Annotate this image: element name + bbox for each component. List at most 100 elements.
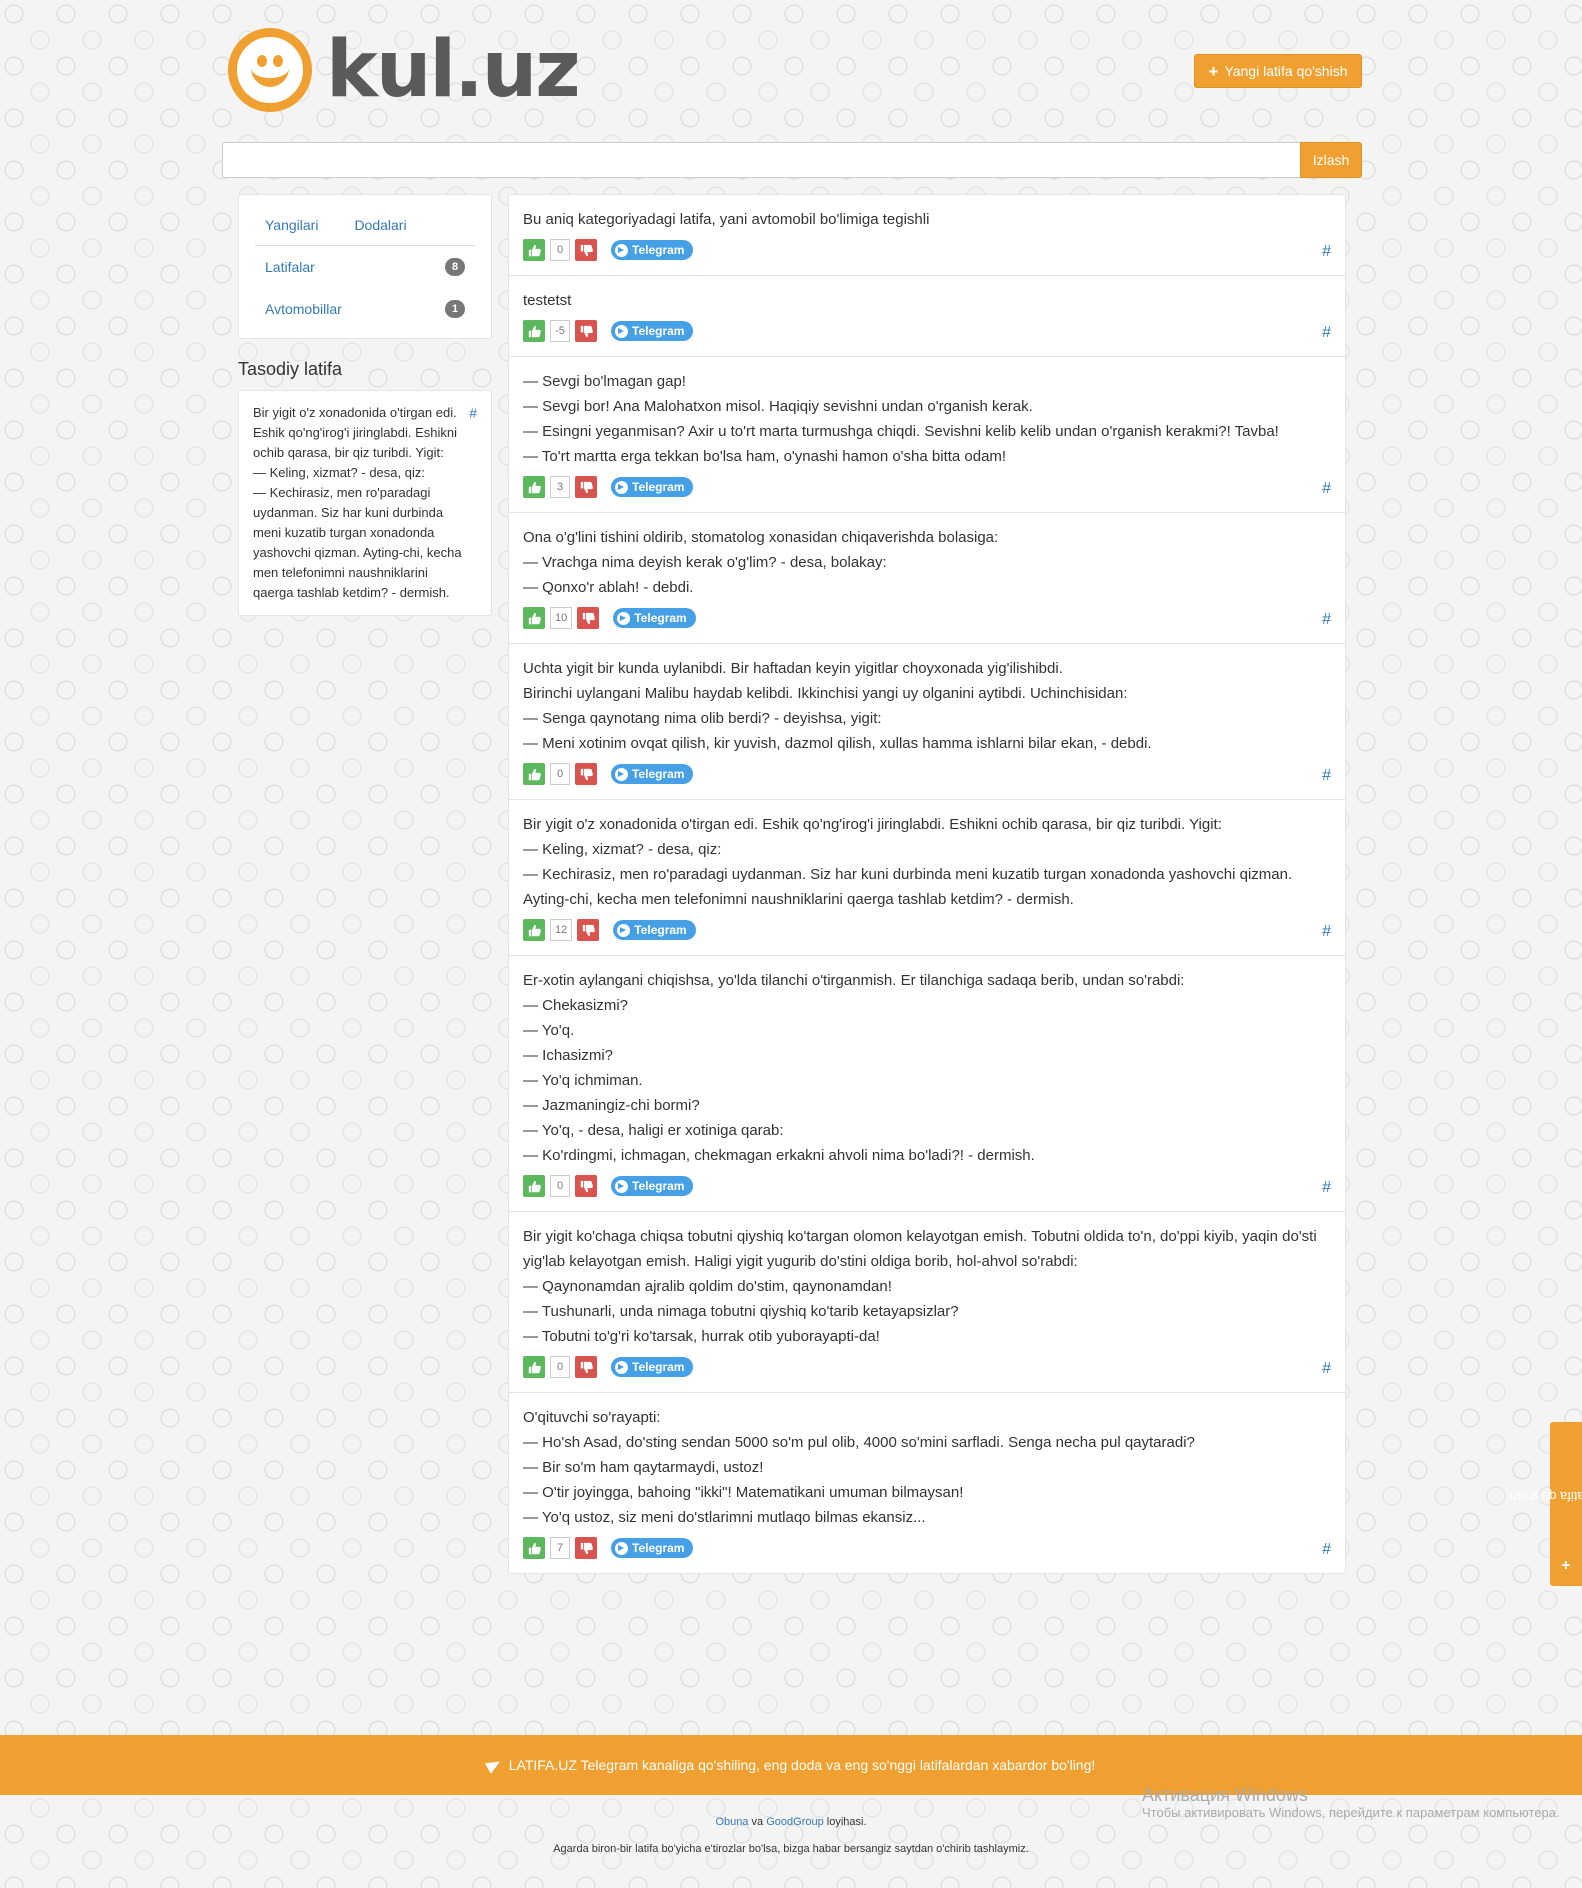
goodgroup-link[interactable]: GoodGroup [766,1816,823,1828]
downvote-button[interactable] [577,607,600,629]
telegram-icon [615,243,628,257]
joke-post: Bu aniq kategoriyadagi latifa, yani avto… [509,195,1345,276]
joke-permalink[interactable]: # [1322,923,1331,941]
tab-newest[interactable]: Yangilari [265,217,318,233]
vote-count: -5 [550,320,570,342]
upvote-button[interactable] [523,1537,545,1559]
windows-activation-notice: Активация Windows Чтобы активировать Win… [1142,1786,1562,1822]
joke-permalink[interactable]: # [1322,1541,1331,1559]
thumbs-down-icon [580,481,593,493]
telegram-label: Telegram [634,923,687,937]
joke-actions: 10 Telegram [523,607,1331,629]
joke-permalink[interactable]: # [1322,611,1331,629]
joke-permalink[interactable]: # [1322,243,1331,261]
upvote-button[interactable] [523,763,545,785]
joke-permalink[interactable]: # [1322,324,1331,342]
downvote-button[interactable] [575,1356,597,1378]
search-button[interactable]: Izlash [1300,142,1362,178]
windows-activation-title: Активация Windows [1142,1785,1308,1805]
category-avtomobillar[interactable]: Avtomobillar 1 [255,288,475,330]
category-latifalar[interactable]: Latifalar 8 [255,246,475,288]
telegram-share-button[interactable]: Telegram [611,1176,694,1196]
upvote-button[interactable] [523,320,545,342]
thumbs-down-icon [580,325,593,337]
category-label[interactable]: Avtomobillar [265,301,342,317]
thumbs-up-icon [528,1542,541,1554]
add-joke-button[interactable]: + Yangi latifa qo'shish [1194,54,1362,88]
thumbs-up-icon [528,768,541,780]
category-label[interactable]: Latifalar [265,259,315,275]
telegram-plane-icon [484,1756,503,1774]
telegram-share-button[interactable]: Telegram [611,477,694,497]
joke-text: Uchta yigit bir kunda uylanibdi. Bir haf… [523,660,1152,752]
downvote-button[interactable] [575,1537,597,1559]
telegram-share-button[interactable]: Telegram [611,1357,694,1377]
downvote-button[interactable] [577,919,600,941]
upvote-button[interactable] [523,919,545,941]
telegram-share-button[interactable]: Telegram [613,920,696,940]
telegram-share-button[interactable]: Telegram [611,764,694,784]
downvote-button[interactable] [575,320,597,342]
joke-text: testetst [523,292,572,309]
telegram-banner-text: LATIFA.UZ Telegram kanaliga qo'shiling, … [508,1757,1096,1773]
add-joke-label: Yangi latifa qo'shish [1224,63,1348,79]
random-joke-text: Bir yigit o'z xonadonida o'tirgan edi. E… [253,405,462,600]
telegram-share-button[interactable]: Telegram [611,321,694,341]
joke-permalink[interactable]: # [1322,480,1331,498]
sidebar-nav: Yangilari Dodalari Latifalar 8 Avtomobil… [238,194,492,339]
telegram-label: Telegram [634,611,687,625]
add-joke-side-tab[interactable]: + Yangi latifa qo'shish [1509,1422,1582,1586]
downvote-button[interactable] [575,763,597,785]
thumbs-up-icon [528,1361,541,1373]
search-bar: Izlash [222,142,1362,178]
vote-count: 3 [550,476,570,498]
sidebar-tabs: Yangilari Dodalari [255,203,475,246]
upvote-button[interactable] [523,476,545,498]
site-logo[interactable]: kul.uz [228,26,581,114]
telegram-icon [615,767,628,781]
upvote-button[interactable] [523,239,545,261]
thumbs-up-icon [528,244,541,256]
telegram-share-button[interactable]: Telegram [613,608,696,628]
thumbs-down-icon [580,1542,593,1554]
joke-feed: Bu aniq kategoriyadagi latifa, yani avto… [508,194,1346,1574]
category-count-badge: 1 [445,300,465,318]
telegram-label: Telegram [632,767,685,781]
thumbs-up-icon [528,612,541,624]
upvote-button[interactable] [523,607,545,629]
vote-count: 0 [550,239,570,261]
plus-icon: + [1208,61,1219,81]
joke-text: Bu aniq kategoriyadagi latifa, yani avto… [523,211,930,228]
joke-actions: 12 Telegram [523,919,1331,941]
joke-text: Ona o'g'lini tishini oldirib, stomatolog… [523,529,999,596]
random-joke-permalink[interactable]: # [469,403,477,423]
joke-text: Bir yigit ko'chaga chiqsa tobutni qiyshi… [523,1228,1317,1345]
vote-count: 0 [550,1175,570,1197]
obuna-link[interactable]: Obuna [715,1816,748,1828]
downvote-button[interactable] [575,1175,597,1197]
joke-permalink[interactable]: # [1322,1360,1331,1378]
random-joke-card: # Bir yigit o'z xonadonida o'tirgan edi.… [238,390,492,616]
downvote-button[interactable] [575,476,597,498]
joke-actions: 0 Telegram [523,1175,1331,1197]
joke-post: Uchta yigit bir kunda uylanibdi. Bir haf… [509,644,1345,800]
upvote-button[interactable] [523,1175,545,1197]
joke-actions: 7 Telegram [523,1537,1331,1559]
joke-actions: 0 Telegram [523,239,1331,261]
joke-actions: 3 Telegram [523,476,1331,498]
telegram-share-button[interactable]: Telegram [611,1538,694,1558]
telegram-icon [615,1541,628,1555]
telegram-label: Telegram [632,480,685,494]
downvote-button[interactable] [575,239,597,261]
joke-post: — Sevgi bo'lmagan gap! — Sevgi bor! Ana … [509,357,1345,513]
smiley-logo-icon [228,28,312,112]
credits-end: loyihasi. [823,1816,867,1828]
search-input[interactable] [222,142,1300,178]
telegram-share-button[interactable]: Telegram [611,240,694,260]
joke-permalink[interactable]: # [1322,767,1331,785]
thumbs-up-icon [528,924,541,936]
upvote-button[interactable] [523,1356,545,1378]
joke-permalink[interactable]: # [1322,1179,1331,1197]
windows-activation-text: Чтобы активировать Windows, перейдите к … [1142,1805,1560,1820]
tab-best[interactable]: Dodalari [354,217,406,233]
